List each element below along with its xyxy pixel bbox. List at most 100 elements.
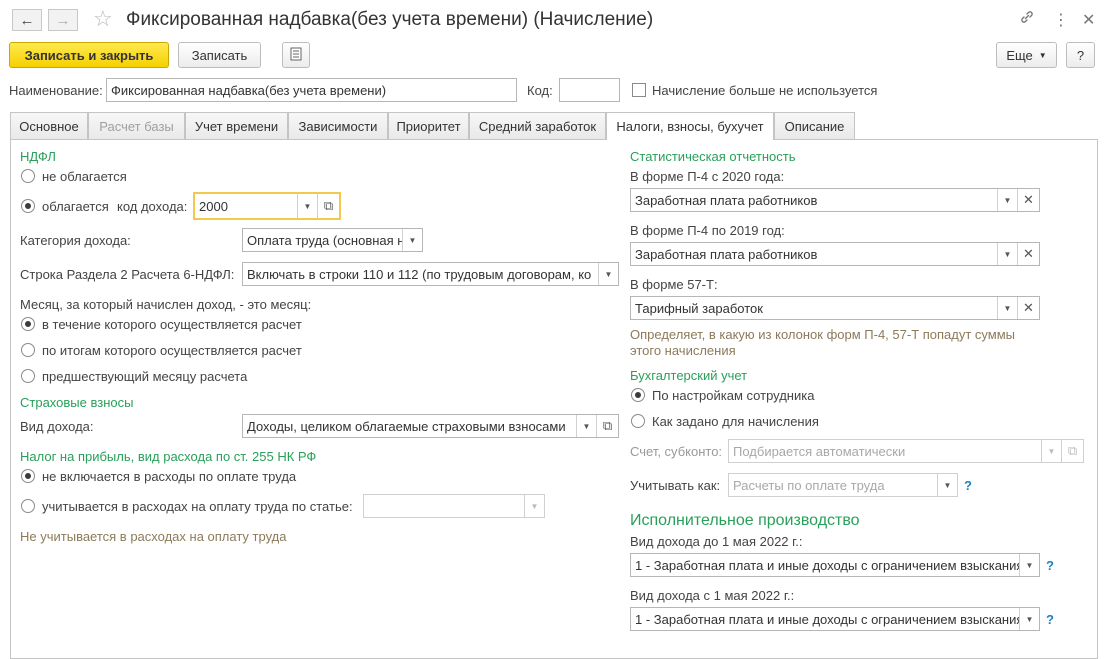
month-result-radio[interactable] [21, 343, 35, 357]
print-list-button[interactable] [282, 42, 310, 68]
consider-as-label: Учитывать как: [630, 478, 721, 493]
name-value: Фиксированная надбавка(без учета времени… [111, 82, 387, 98]
page-title: Фиксированная надбавка(без учета времени… [126, 9, 654, 30]
form-57t-value: Тарифный заработок [635, 300, 763, 316]
stats-note-line2: этого начисления [630, 343, 736, 358]
more-menu-button[interactable]: Еще ▼ [996, 42, 1057, 68]
ndfl-not-taxed-radio[interactable] [21, 169, 35, 183]
profit-tax-section-title: Налог на прибыль, вид расхода по ст. 255… [20, 449, 317, 464]
open-icon[interactable]: ⧉ [317, 194, 339, 218]
close-icon[interactable]: ✕ [1082, 10, 1095, 30]
clear-icon[interactable]: ✕ [1017, 243, 1039, 265]
unused-checkbox[interactable] [632, 83, 646, 97]
p4-2020-value: Заработная плата работников [635, 192, 818, 208]
p4-2019-select[interactable]: Заработная плата работников ▼ ✕ [630, 242, 1040, 266]
expense-article-select[interactable]: ▼ [363, 494, 545, 518]
profit-not-included-label: не включается в расходы по оплате труда [42, 469, 297, 484]
chevron-down-icon[interactable]: ▼ [1019, 554, 1039, 576]
income-kind-after-select[interactable]: 1 - Заработная плата и иные доходы с огр… [630, 607, 1040, 631]
chevron-down-icon[interactable]: ▼ [997, 243, 1017, 265]
income-category-label: Категория дохода: [20, 233, 131, 248]
ndfl-taxed-label: облагается [42, 199, 109, 214]
accounting-employee-radio[interactable] [631, 388, 645, 402]
code-input[interactable] [559, 78, 620, 102]
income-kind-before-select[interactable]: 1 - Заработная плата и иные доходы с огр… [630, 553, 1040, 577]
month-current-label: в течение которого осуществляется расчет [42, 317, 302, 332]
enforcement-section-title: Исполнительное производство [630, 512, 860, 529]
save-button[interactable]: Записать [178, 42, 261, 68]
report-row-label: Строка Раздела 2 Расчета 6-НДФЛ: [20, 267, 235, 282]
income-kind-before-label: Вид дохода до 1 мая 2022 г.: [630, 534, 803, 549]
tab-panel [10, 139, 1098, 659]
report-row-select[interactable]: Включать в строки 110 и 112 (по трудовым… [242, 262, 619, 286]
tab-dependencies[interactable]: Зависимости [288, 112, 388, 139]
income-month-label: Месяц, за который начислен доход, - это … [20, 297, 312, 312]
tab-main[interactable]: Основное [10, 112, 88, 139]
stats-note-line1: Определяет, в какую из колонок форм П-4,… [630, 327, 1016, 342]
chevron-down-icon[interactable]: ▼ [1019, 608, 1039, 630]
favorite-star-icon[interactable]: ☆ [93, 8, 113, 30]
tab-base-calc[interactable]: Расчет базы [88, 112, 185, 139]
accounting-custom-radio[interactable] [631, 414, 645, 428]
chevron-down-icon[interactable]: ▼ [576, 415, 596, 437]
arrow-left-icon: ← [19, 11, 35, 29]
month-previous-radio[interactable] [21, 369, 35, 383]
link-icon[interactable] [1019, 9, 1035, 29]
chevron-down-icon[interactable]: ▼ [997, 189, 1017, 211]
income-code-dropdown-icon[interactable]: ▼ [297, 194, 317, 218]
insurance-kind-value: Доходы, целиком облагаемые страховыми вз… [247, 418, 566, 434]
chevron-down-icon[interactable]: ▼ [402, 229, 422, 251]
accounting-section-title: Бухгалтерский учет [630, 368, 748, 383]
list-icon [290, 47, 302, 64]
chevron-down-icon[interactable]: ▼ [598, 263, 618, 285]
month-current-radio[interactable] [21, 317, 35, 331]
chevron-down-icon[interactable]: ▼ [937, 474, 957, 496]
income-kind-before-help-icon[interactable]: ? [1046, 558, 1054, 573]
p4-2019-label: В форме П-4 по 2019 год: [630, 223, 785, 238]
tab-average-earnings[interactable]: Средний заработок [469, 112, 606, 139]
income-kind-before-value: 1 - Заработная плата и иные доходы с огр… [635, 557, 1019, 573]
open-icon[interactable]: ⧉ [1061, 440, 1083, 462]
more-vertical-icon[interactable]: ⋮ [1053, 10, 1069, 30]
p4-2019-value: Заработная плата работников [635, 246, 818, 262]
income-kind-after-help-icon[interactable]: ? [1046, 612, 1054, 627]
forward-button[interactable]: → [48, 9, 78, 31]
income-category-select[interactable]: Оплата труда (основная н ▼ [242, 228, 423, 252]
consider-as-select[interactable]: Расчеты по оплате труда ▼ [728, 473, 958, 497]
p4-2020-select[interactable]: Заработная плата работников ▼ ✕ [630, 188, 1040, 212]
income-code-value: 2000 [199, 198, 228, 214]
profit-not-included-radio[interactable] [21, 469, 35, 483]
clear-icon[interactable]: ✕ [1017, 297, 1039, 319]
profit-tax-note: Не учитывается в расходах на оплату труд… [20, 529, 287, 544]
name-input[interactable]: Фиксированная надбавка(без учета времени… [106, 78, 517, 102]
insurance-kind-select[interactable]: Доходы, целиком облагаемые страховыми вз… [242, 414, 619, 438]
more-label: Еще [1006, 47, 1033, 63]
report-row-value: Включать в строки 110 и 112 (по трудовым… [247, 266, 592, 282]
back-button[interactable]: ← [12, 9, 42, 31]
clear-icon[interactable]: ✕ [1017, 189, 1039, 211]
income-code-input[interactable]: 2000 ▼ ⧉ [193, 192, 341, 220]
tab-priority[interactable]: Приоритет [388, 112, 469, 139]
consider-as-placeholder: Расчеты по оплате труда [733, 477, 885, 493]
form-57t-label: В форме 57-Т: [630, 277, 718, 292]
p4-2020-label: В форме П-4 с 2020 года: [630, 169, 785, 184]
open-icon[interactable]: ⧉ [596, 415, 618, 437]
chevron-down-icon[interactable]: ▼ [524, 495, 544, 517]
tab-time[interactable]: Учет времени [185, 112, 288, 139]
insurance-section-title: Страховые взносы [20, 395, 134, 410]
tab-description[interactable]: Описание [774, 112, 855, 139]
consider-help-icon[interactable]: ? [964, 478, 972, 493]
profit-included-radio[interactable] [21, 499, 35, 513]
help-button[interactable]: ? [1066, 42, 1095, 68]
form-57t-select[interactable]: Тарифный заработок ▼ ✕ [630, 296, 1040, 320]
income-code-label: код дохода: [117, 199, 188, 214]
account-select[interactable]: Подбирается автоматически ▼ ⧉ [728, 439, 1084, 463]
ndfl-taxed-radio[interactable] [21, 199, 35, 213]
chevron-down-icon[interactable]: ▼ [997, 297, 1017, 319]
tab-taxes[interactable]: Налоги, взносы, бухучет [606, 112, 774, 140]
accounting-employee-label: По настройкам сотрудника [652, 388, 815, 403]
income-kind-after-value: 1 - Заработная плата и иные доходы с огр… [635, 611, 1019, 627]
chevron-down-icon[interactable]: ▼ [1041, 440, 1061, 462]
ndfl-section-title: НДФЛ [20, 149, 56, 164]
save-and-close-button[interactable]: Записать и закрыть [9, 42, 169, 68]
